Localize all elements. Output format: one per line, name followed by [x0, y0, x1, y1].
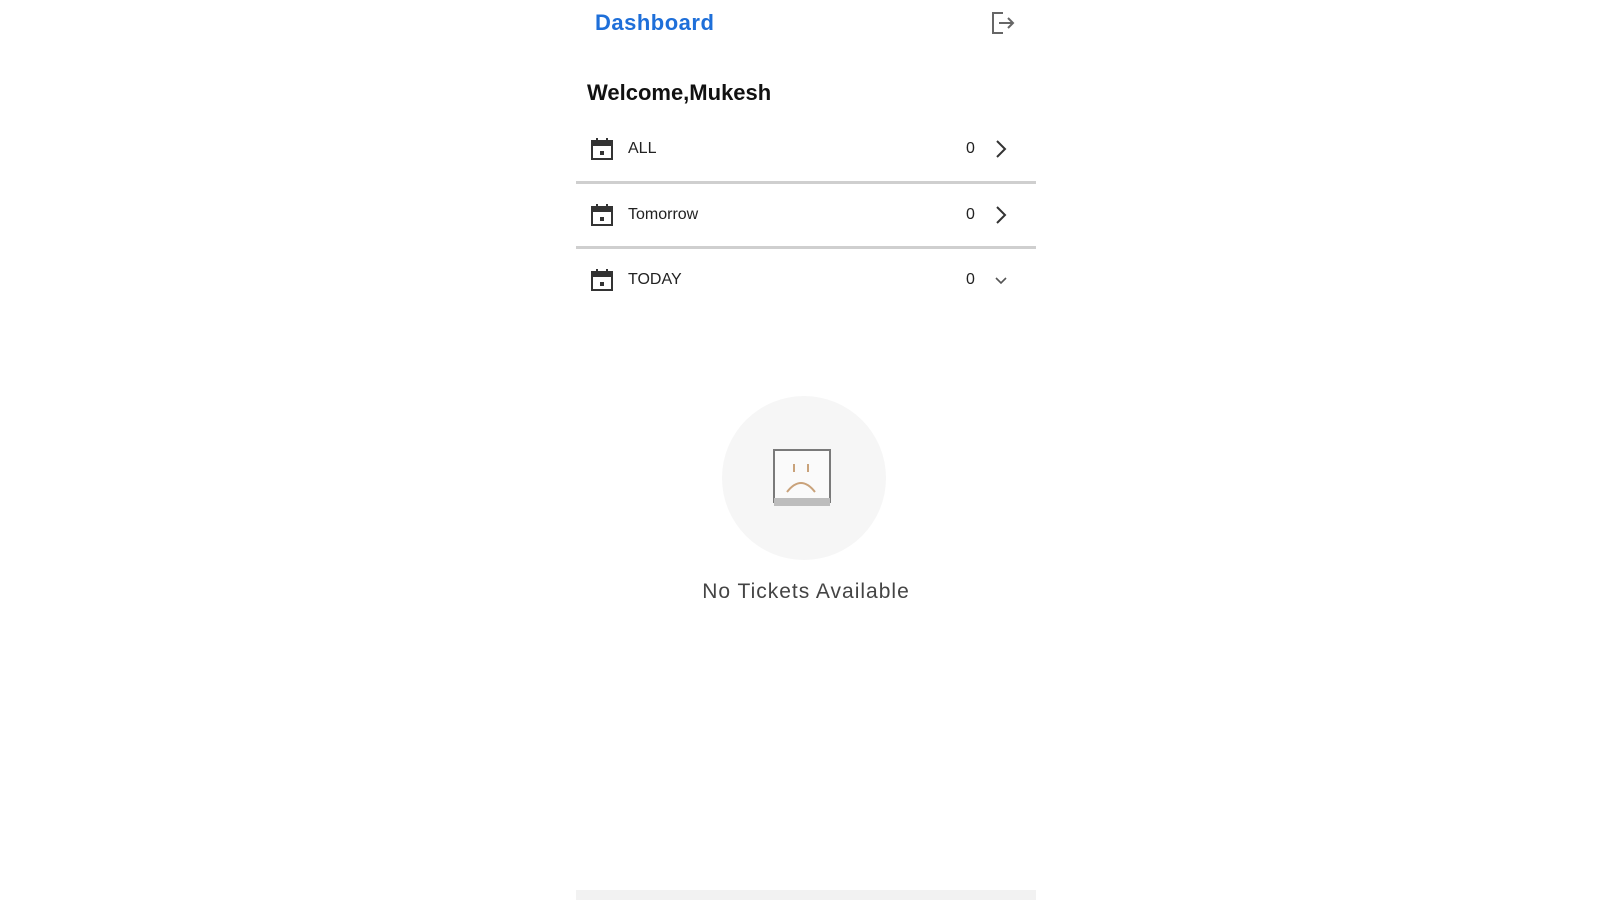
filter-row-all[interactable]: ALL 0: [576, 118, 1036, 182]
logout-icon: [992, 12, 1015, 34]
filter-row-tomorrow[interactable]: Tomorrow 0: [576, 184, 1036, 248]
calendar-icon: [591, 269, 613, 291]
chevron-down-icon: [995, 277, 1007, 285]
filter-row-today[interactable]: TODAY 0: [576, 249, 1036, 313]
app-bar: Dashboard: [576, 0, 1036, 46]
calendar-icon: [591, 138, 613, 160]
filter-label: ALL: [628, 140, 657, 157]
empty-state-message: No Tickets Available: [702, 580, 910, 603]
empty-state-illustration: [722, 396, 886, 560]
app-screen: Dashboard Welcome,Mukesh ALL 0 Tomorrow …: [576, 0, 1036, 900]
filter-count: 0: [966, 271, 975, 288]
welcome-text: Welcome,Mukesh: [587, 80, 772, 105]
logout-button[interactable]: [988, 10, 1018, 36]
bottom-bar: [576, 890, 1036, 900]
filter-label: Tomorrow: [628, 206, 699, 223]
page-title: Dashboard: [595, 10, 715, 35]
filter-label: TODAY: [628, 271, 682, 288]
calendar-icon: [591, 204, 613, 226]
filter-count: 0: [966, 140, 975, 157]
chevron-right-icon: [996, 140, 1007, 158]
chevron-right-icon: [996, 206, 1007, 224]
filter-count: 0: [966, 206, 975, 223]
sad-face-icon: [773, 449, 831, 506]
